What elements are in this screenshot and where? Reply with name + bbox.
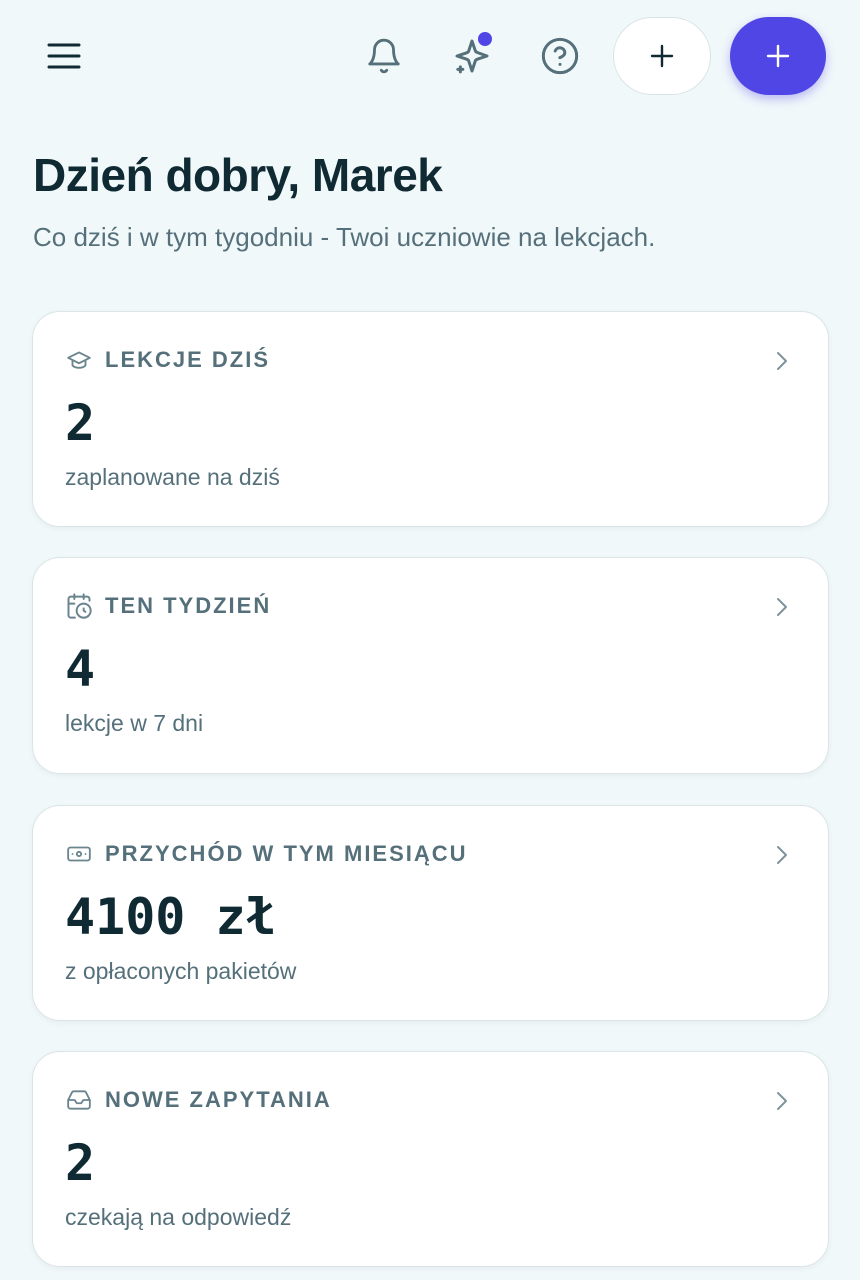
- notifications-button[interactable]: [354, 26, 414, 86]
- card-title: LEKCJE DZIŚ: [105, 347, 271, 372]
- card-caption: z opłaconych pakietów: [65, 958, 297, 984]
- chevron-right-icon: [777, 598, 787, 616]
- card-caption: czekają na odpowiedź: [65, 1204, 292, 1230]
- card-caption: zaplanowane na dziś: [65, 464, 280, 490]
- card-title: TEN TYDZIEŃ: [105, 593, 272, 618]
- quick-add-button[interactable]: [613, 17, 711, 95]
- chevron-right-icon: [777, 1092, 787, 1110]
- menu-icon: [47, 43, 81, 69]
- menu-button[interactable]: [34, 26, 94, 86]
- card-this-week[interactable]: TEN TYDZIEŃ 4 lekcje w 7 dni: [32, 557, 829, 774]
- plus-icon: [766, 44, 790, 68]
- card-header: PRZYCHÓD W TYM MIESIĄCU: [65, 840, 468, 868]
- card-value: 2: [65, 1134, 96, 1192]
- card-lessons-today[interactable]: LEKCJE DZIŚ 2 zaplanowane na dziś: [32, 311, 829, 527]
- ai-assistant-button[interactable]: [442, 26, 502, 86]
- help-button[interactable]: [530, 26, 590, 86]
- plus-icon: [650, 44, 674, 68]
- card-value: 4100 zł: [65, 888, 276, 946]
- card-header: TEN TYDZIEŃ: [65, 592, 271, 620]
- page-title: Dzień dobry, Marek: [33, 149, 443, 201]
- card-caption: lekcje w 7 dni: [65, 710, 204, 736]
- add-primary-button[interactable]: [730, 17, 826, 95]
- card-header: LEKCJE DZIŚ: [65, 346, 270, 374]
- card-value: 4: [65, 640, 96, 698]
- inbox-icon: [67, 1090, 91, 1110]
- help-icon: [541, 37, 579, 75]
- card-header: NOWE ZAPYTANIA: [65, 1086, 332, 1114]
- card-monthly-revenue[interactable]: PRZYCHÓD W TYM MIESIĄCU 4100 zł z opłaco…: [32, 805, 829, 1021]
- graduation-cap-icon: [67, 351, 91, 369]
- card-new-inquiries[interactable]: NOWE ZAPYTANIA 2 czekają na odpowiedź: [32, 1051, 829, 1267]
- ai-badge-dot: [478, 32, 492, 46]
- card-title: PRZYCHÓD W TYM MIESIĄCU: [105, 841, 468, 866]
- top-bar: [0, 0, 860, 110]
- banknote-icon: [67, 846, 91, 862]
- bell-icon: [368, 38, 400, 74]
- calendar-clock-icon: [67, 593, 92, 619]
- page-subtitle: Co dziś i w tym tygodniu - Twoi uczniowi…: [33, 222, 656, 252]
- chevron-right-icon: [777, 352, 787, 370]
- card-title: NOWE ZAPYTANIA: [105, 1087, 332, 1112]
- chevron-right-icon: [777, 846, 787, 864]
- card-value: 2: [65, 394, 96, 452]
